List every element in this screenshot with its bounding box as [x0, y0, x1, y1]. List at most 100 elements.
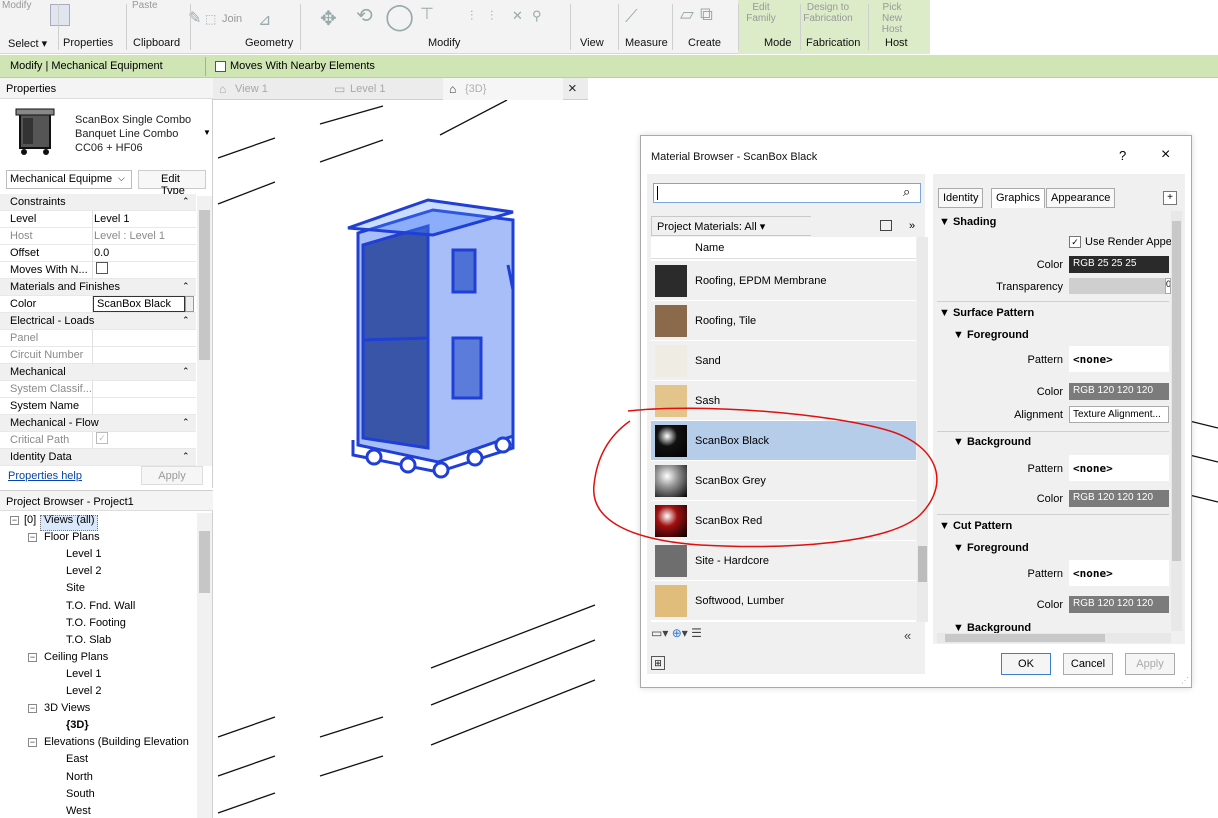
property-row[interactable]: Offset 0.0: [0, 245, 196, 262]
pick-new-host-button[interactable]: Pick New Host: [872, 2, 912, 35]
type-name-line[interactable]: ScanBox Single Combo: [75, 114, 191, 126]
tree-leaf[interactable]: Level 2: [66, 685, 101, 697]
property-row[interactable]: Host Level : Level 1: [0, 228, 196, 245]
tree-leaf[interactable]: {3D}: [66, 719, 89, 731]
tab-identity[interactable]: Identity: [938, 188, 984, 208]
join-button[interactable]: Join: [222, 14, 242, 25]
tree-collapse-icon[interactable]: −: [10, 516, 19, 525]
trim-icon[interactable]: ⊤: [420, 4, 434, 24]
moves-with-nearby-label[interactable]: Moves With Nearby Elements: [230, 60, 375, 72]
material-list-item[interactable]: Sand: [651, 341, 916, 381]
edit-family-button[interactable]: Edit Family: [742, 2, 780, 24]
asset-browser-icon[interactable]: ⊞: [651, 656, 665, 670]
material-search-input[interactable]: [653, 183, 921, 203]
property-group-header[interactable]: Mechanical - Flow ⌃: [0, 415, 196, 432]
subsection-surface-foreground[interactable]: ▼ Foreground: [953, 329, 1029, 341]
material-list-item[interactable]: Sash: [651, 381, 916, 421]
tree-leaf[interactable]: South: [66, 788, 95, 800]
delete-icon[interactable]: ✕: [512, 8, 523, 24]
type-selector-dropdown-icon[interactable]: ▼: [203, 128, 211, 137]
texture-alignment-button[interactable]: Texture Alignment...: [1069, 406, 1169, 423]
collapse-library-icon[interactable]: «: [904, 628, 911, 643]
subsection-surface-background[interactable]: ▼ Background: [953, 436, 1031, 448]
material-list-item[interactable]: ScanBox Black: [651, 421, 916, 461]
split-icon[interactable]: ⫶: [470, 8, 473, 24]
chevron-down-icon[interactable]: ⌵: [118, 173, 125, 184]
library-tools[interactable]: ▭▾ ⊕▾ ☰: [651, 626, 702, 640]
section-surface-pattern[interactable]: ▼ Surface Pattern: [939, 307, 1034, 319]
properties-scrollbar-thumb[interactable]: [199, 210, 210, 360]
tree-node[interactable]: Ceiling Plans: [44, 651, 108, 663]
property-group-header[interactable]: Mechanical ⌃: [0, 364, 196, 381]
tab-graphics[interactable]: Graphics: [991, 188, 1046, 208]
array-icon[interactable]: ⫶: [490, 8, 493, 24]
section-shading[interactable]: ▼ Shading: [939, 216, 996, 228]
panel-select[interactable]: Select ▾: [8, 37, 47, 50]
tree-node[interactable]: 3D Views: [44, 702, 90, 714]
material-list-item[interactable]: Roofing, Tile: [651, 301, 916, 341]
material-list-item[interactable]: ScanBox Red: [651, 501, 916, 541]
expand-library-icon[interactable]: »: [909, 220, 915, 232]
pin-icon[interactable]: ⚲: [532, 8, 542, 24]
color-property-browse-button[interactable]: [185, 296, 194, 312]
cut-fg-pattern-field[interactable]: <none>: [1069, 560, 1169, 586]
material-list-item[interactable]: Roofing, EPDM Membrane: [651, 261, 916, 301]
type-name-line[interactable]: Banquet Line Combo: [75, 128, 178, 140]
view-options-icon[interactable]: [880, 220, 892, 231]
project-browser-scrollbar-thumb[interactable]: [199, 531, 210, 593]
property-group-header[interactable]: Materials and Finishes ⌃: [0, 279, 196, 296]
view-tab[interactable]: ⌂ View 1: [213, 78, 323, 100]
tab-appearance[interactable]: Appearance: [1046, 188, 1116, 208]
tree-leaf[interactable]: East: [66, 753, 88, 765]
property-group-header[interactable]: Identity Data ⌃: [0, 449, 196, 466]
section-cut-pattern[interactable]: ▼ Cut Pattern: [939, 520, 1012, 532]
material-list-item[interactable]: ScanBox Grey: [651, 461, 916, 501]
property-row[interactable]: Circuit Number: [0, 347, 196, 364]
tree-leaf[interactable]: Level 1: [66, 668, 101, 680]
subsection-cut-foreground[interactable]: ▼ Foreground: [953, 542, 1029, 554]
use-render-appearance-checkbox[interactable]: ✓: [1069, 236, 1081, 248]
tree-collapse-icon[interactable]: −: [28, 533, 37, 543]
property-value[interactable]: 0.0: [94, 247, 109, 259]
project-materials-filter-label[interactable]: Project Materials: All ▾: [657, 220, 765, 233]
circle-icon[interactable]: ◯: [385, 1, 414, 32]
category-filter-select[interactable]: Mechanical Equipme: [6, 170, 132, 189]
resize-grip-icon[interactable]: ⋰: [1181, 676, 1189, 685]
editor-scrollbar-thumb[interactable]: [1172, 221, 1181, 561]
tree-leaf[interactable]: T.O. Slab: [66, 634, 111, 646]
close-icon[interactable]: ×: [1161, 146, 1170, 164]
material-list-scrollbar-thumb[interactable]: [918, 546, 927, 582]
tree-leaf[interactable]: Site: [66, 582, 85, 594]
cut-fg-color-swatch[interactable]: RGB 120 120 120: [1069, 596, 1169, 613]
apply-button[interactable]: Apply: [1125, 653, 1175, 675]
surface-fg-color-swatch[interactable]: RGB 120 120 120: [1069, 383, 1169, 400]
surface-fg-pattern-field[interactable]: <none>: [1069, 346, 1169, 372]
tree-node[interactable]: Views (all): [44, 514, 95, 526]
view-tab[interactable]: ⌂ {3D}: [443, 78, 563, 100]
chevron-up-icon[interactable]: ⌃: [182, 417, 190, 428]
edit-type-button[interactable]: Edit Type: [138, 170, 206, 197]
tree-leaf[interactable]: T.O. Fnd. Wall: [66, 600, 135, 612]
property-row[interactable]: Level Level 1: [0, 211, 196, 228]
help-icon[interactable]: ?: [1119, 148, 1126, 163]
surface-bg-pattern-field[interactable]: <none>: [1069, 455, 1169, 481]
moves-with-nearby-property-checkbox[interactable]: [96, 262, 108, 274]
properties-help-link[interactable]: Properties help: [8, 470, 82, 482]
search-icon[interactable]: ⌕: [903, 184, 910, 200]
material-list-header[interactable]: Name: [651, 237, 916, 259]
wall-joins-icon[interactable]: ⊿: [258, 10, 271, 30]
tree-collapse-icon[interactable]: −: [28, 652, 37, 662]
name-column-header[interactable]: Name: [695, 242, 724, 254]
tree-leaf[interactable]: Level 2: [66, 565, 101, 577]
property-row[interactable]: System Classif...: [0, 381, 196, 398]
property-group-header[interactable]: Constraints ⌃: [0, 194, 196, 211]
properties-apply-button[interactable]: Apply: [141, 466, 203, 485]
tree-node[interactable]: Elevations (Building Elevation: [44, 736, 189, 748]
folder-icon[interactable]: ▭: [651, 626, 662, 640]
tree-node[interactable]: Floor Plans: [44, 531, 100, 543]
shading-color-swatch[interactable]: RGB 25 25 25: [1069, 256, 1169, 273]
paste-button[interactable]: Paste: [132, 0, 158, 11]
tree-leaf[interactable]: Level 1: [66, 548, 101, 560]
join-icon[interactable]: ⬚: [205, 12, 216, 26]
tree-leaf[interactable]: North: [66, 771, 93, 783]
